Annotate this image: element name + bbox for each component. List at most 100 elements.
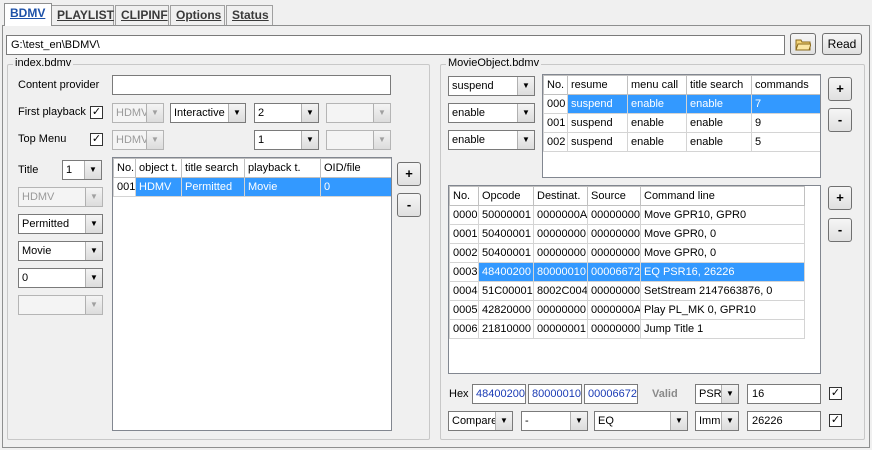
remove-command-button[interactable]: -	[828, 218, 852, 242]
hex-src-input[interactable]: 00006672	[584, 384, 638, 404]
column-header[interactable]: object t.	[135, 158, 182, 178]
chevron-down-icon: ▼	[85, 296, 102, 314]
menu-call-select[interactable]: enable ▼	[448, 103, 535, 123]
first-playback-checkbox[interactable]: ✓	[90, 106, 103, 119]
table-row[interactable]: 001 suspend enable enable 9	[543, 113, 820, 133]
table-row[interactable]: 0004 51C00001 8002C004 00000000 SetStream 21…	[449, 281, 805, 301]
content-provider-input[interactable]	[112, 75, 391, 95]
tab-clipinf[interactable]: CLIPINF	[115, 5, 169, 25]
open-folder-button[interactable]	[790, 33, 816, 55]
chevron-down-icon: ▼	[670, 412, 687, 430]
src-value-input[interactable]: 26226	[747, 411, 821, 431]
src-checkbox[interactable]: ✓	[829, 414, 842, 427]
add-command-button[interactable]: +	[828, 186, 852, 210]
hex-dest-input[interactable]: 80000010	[528, 384, 582, 404]
hex-opcode-input[interactable]: 48400200	[472, 384, 526, 404]
add-title-button[interactable]: +	[397, 162, 421, 186]
column-header[interactable]: Source	[587, 186, 641, 206]
table-cell: 50000001	[478, 205, 534, 225]
table-cell: Jump Title 1	[640, 319, 805, 339]
title-num-select[interactable]: 1 ▼	[62, 160, 102, 180]
titles-table[interactable]: No. object t. title search playback t. OID/f…	[112, 157, 392, 431]
column-header[interactable]: menu call	[627, 75, 687, 95]
column-header[interactable]: Destinat.	[533, 186, 588, 206]
table-cell: 00006672	[587, 262, 641, 282]
folder-icon	[795, 39, 812, 54]
table-cell: 0000	[449, 205, 479, 225]
remove-title-button[interactable]: -	[397, 193, 421, 217]
fp-type-select[interactable]: HDMV ▼	[112, 103, 164, 123]
table-cell: 00000000	[533, 243, 588, 263]
table-cell: 001	[543, 113, 568, 133]
tm-extra-select[interactable]: ▼	[326, 130, 391, 150]
column-header[interactable]: title search	[181, 158, 245, 178]
top-menu-label: Top Menu	[18, 133, 67, 145]
cmd-group-select[interactable]: Compare ▼	[448, 411, 513, 431]
table-cell: 0	[320, 177, 391, 197]
title-type-select[interactable]: HDMV ▼	[18, 187, 103, 207]
chevron-down-icon: ▼	[84, 161, 101, 179]
tab-options[interactable]: Options	[170, 5, 225, 25]
table-row[interactable]: 0000 50000001 0000000A 00000000 Move GPR10, …	[449, 205, 805, 225]
tab-playlist[interactable]: PLAYLIST	[51, 5, 114, 25]
chevron-down-icon: ▼	[570, 412, 587, 430]
add-object-button[interactable]: +	[828, 77, 852, 101]
table-cell: 0000000A	[587, 300, 641, 320]
top-menu-checkbox[interactable]: ✓	[90, 133, 103, 146]
column-header[interactable]: resume	[567, 75, 628, 95]
column-header[interactable]: No.	[543, 75, 568, 95]
fp-extra-select[interactable]: ▼	[326, 103, 391, 123]
tm-type-select[interactable]: HDMV ▼	[112, 130, 164, 150]
table-row[interactable]: 0005 42820000 00000000 0000000A Play PL_MK 0…	[449, 300, 805, 320]
title-playback-select[interactable]: Movie ▼	[18, 241, 103, 261]
dest-value-input[interactable]: 16	[747, 384, 821, 404]
remove-object-button[interactable]: -	[828, 108, 852, 132]
title-search-select[interactable]: Permitted ▼	[18, 214, 103, 234]
tab-bdmv[interactable]: BDMV	[4, 3, 52, 26]
table-row[interactable]: 0003 48400200 80000010 00006672 EQ PSR16, 26…	[449, 262, 805, 282]
column-header[interactable]: title search	[686, 75, 752, 95]
chevron-down-icon: ▼	[517, 104, 534, 122]
column-header[interactable]: commands	[751, 75, 820, 95]
table-cell: Move GPR10, GPR0	[640, 205, 805, 225]
dest-checkbox[interactable]: ✓	[829, 387, 842, 400]
table-cell: 80000010	[533, 262, 588, 282]
table-cell: 21810000	[478, 319, 534, 339]
resume-select[interactable]: suspend ▼	[448, 76, 535, 96]
dest-type-select[interactable]: PSR ▼	[695, 384, 739, 404]
table-cell: 00000000	[533, 224, 588, 244]
column-header[interactable]: OID/file	[320, 158, 391, 178]
table-cell: 002	[543, 132, 568, 152]
table-row[interactable]: 000 suspend enable enable 7	[543, 94, 820, 114]
title-search-mo-select[interactable]: enable ▼	[448, 130, 535, 150]
path-input[interactable]: G:\test_en\BDMV\	[6, 35, 785, 55]
column-header[interactable]: Command line	[640, 186, 805, 206]
column-header[interactable]: No.	[449, 186, 479, 206]
cmd-op-select[interactable]: EQ ▼	[594, 411, 688, 431]
column-header[interactable]: No.	[113, 158, 136, 178]
table-cell: EQ PSR16, 26226	[640, 262, 805, 282]
cmd-sub-select[interactable]: - ▼	[521, 411, 588, 431]
chevron-down-icon: ▼	[301, 104, 318, 122]
fp-mode-value: Interactive	[174, 107, 225, 119]
table-cell: Play PL_MK 0, GPR10	[640, 300, 805, 320]
table-cell: enable	[627, 132, 687, 152]
tm-num-select[interactable]: 1 ▼	[254, 130, 319, 150]
table-row[interactable]: 002 suspend enable enable 5	[543, 132, 820, 152]
column-header[interactable]: playback t.	[244, 158, 321, 178]
title-extra-select[interactable]: ▼	[18, 295, 103, 315]
chevron-down-icon: ▼	[721, 385, 738, 403]
table-row[interactable]: 0001 50400001 00000000 00000000 Move GPR0, 0	[449, 224, 805, 244]
column-header[interactable]: Opcode	[478, 186, 534, 206]
table-row[interactable]: 001 HDMV Permitted Movie 0	[113, 177, 391, 197]
tab-status[interactable]: Status	[226, 5, 273, 25]
fp-mode-select[interactable]: Interactive ▼	[170, 103, 246, 123]
read-button[interactable]: Read	[822, 33, 862, 55]
table-row[interactable]: 0006 21810000 00000001 00000000 Jump Title 1	[449, 319, 805, 339]
objects-table[interactable]: No. resume menu call title search commands 0…	[542, 74, 821, 178]
fp-num-select[interactable]: 2 ▼	[254, 103, 319, 123]
commands-table[interactable]: No. Opcode Destinat. Source Command line 000…	[448, 185, 821, 374]
src-type-select[interactable]: Imm ▼	[695, 411, 739, 431]
title-oid-select[interactable]: 0 ▼	[18, 268, 103, 288]
table-row[interactable]: 0002 50400001 00000000 00000000 Move GPR0, 0	[449, 243, 805, 263]
